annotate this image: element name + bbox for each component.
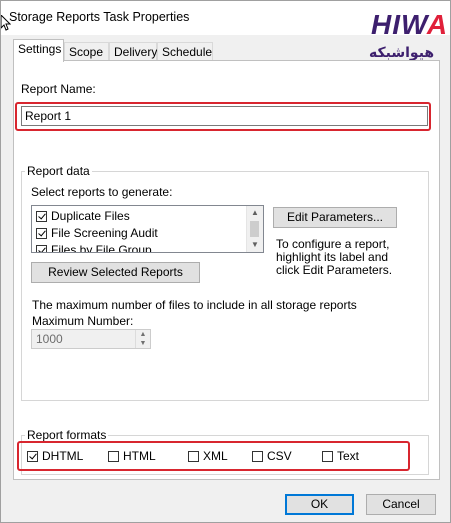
select-reports-label: Select reports to generate: [31, 185, 173, 199]
max-number-value: 1000 [36, 332, 63, 346]
format-xml[interactable]: XML [188, 449, 228, 463]
max-number-stepper[interactable]: 1000 ▲ ▼ [31, 329, 151, 349]
listbox-scrollbar[interactable]: ▲ ▼ [246, 206, 263, 252]
format-dhtml[interactable]: DHTML [27, 449, 83, 463]
report-name-input[interactable]: Report 1 [21, 106, 428, 126]
hint-line-3: click Edit Parameters. [276, 263, 393, 277]
checkbox-file-screening-audit[interactable] [36, 228, 47, 239]
tab-scope[interactable]: Scope [64, 42, 109, 60]
format-csv[interactable]: CSV [252, 449, 292, 463]
format-label: HTML [123, 449, 156, 463]
checkbox-html[interactable] [108, 451, 119, 462]
tab-settings[interactable]: Settings [13, 39, 64, 62]
checkbox-files-by-file-group[interactable] [36, 245, 47, 252]
list-item-label: Files by File Group [51, 243, 152, 253]
scroll-up-icon[interactable]: ▲ [247, 206, 263, 220]
format-html[interactable]: HTML [108, 449, 156, 463]
scroll-thumb[interactable] [250, 221, 259, 237]
reports-listbox[interactable]: Duplicate Files File Screening Audit Fil… [31, 205, 264, 253]
list-item[interactable]: Duplicate Files [36, 208, 130, 224]
max-number-label: Maximum Number: [32, 314, 134, 328]
tab-schedule[interactable]: Schedule [157, 42, 213, 60]
review-selected-reports-button[interactable]: Review Selected Reports [31, 262, 200, 283]
ok-button[interactable]: OK [285, 494, 354, 515]
checkbox-csv[interactable] [252, 451, 263, 462]
checkbox-text[interactable] [322, 451, 333, 462]
hint-line-2: highlight its label and [276, 250, 389, 264]
cancel-button[interactable]: Cancel [366, 494, 436, 515]
stepper-arrows-icon[interactable]: ▲ ▼ [135, 330, 150, 348]
report-data-group-title: Report data [25, 164, 92, 178]
scroll-down-icon[interactable]: ▼ [247, 238, 263, 252]
format-label: CSV [267, 449, 292, 463]
format-text[interactable]: Text [322, 449, 359, 463]
checkbox-dhtml[interactable] [27, 451, 38, 462]
format-label: XML [203, 449, 228, 463]
checkbox-xml[interactable] [188, 451, 199, 462]
report-name-label: Report Name: [21, 82, 96, 96]
hint-line-1: To configure a report, [276, 237, 390, 251]
list-item-label: File Screening Audit [51, 226, 158, 240]
list-item-label: Duplicate Files [51, 209, 130, 223]
logo-latin-text: HIWA [371, 9, 449, 40]
format-label: Text [337, 449, 360, 463]
report-formats-group-title: Report formats [25, 428, 109, 442]
logo-persian-text: هیواشبکه [369, 45, 435, 61]
window-title: Storage Reports Task Properties [9, 10, 190, 24]
checkbox-duplicate-files[interactable] [36, 211, 47, 222]
list-item[interactable]: File Screening Audit [36, 225, 158, 241]
format-label: DHTML [42, 449, 84, 463]
properties-dialog: Storage Reports Task Properties HIWA هیو… [0, 0, 451, 523]
list-item[interactable]: Files by File Group [36, 242, 152, 253]
max-files-description: The maximum number of files to include i… [32, 298, 357, 312]
edit-parameters-button[interactable]: Edit Parameters... [273, 207, 397, 228]
tab-delivery[interactable]: Delivery [109, 42, 157, 60]
